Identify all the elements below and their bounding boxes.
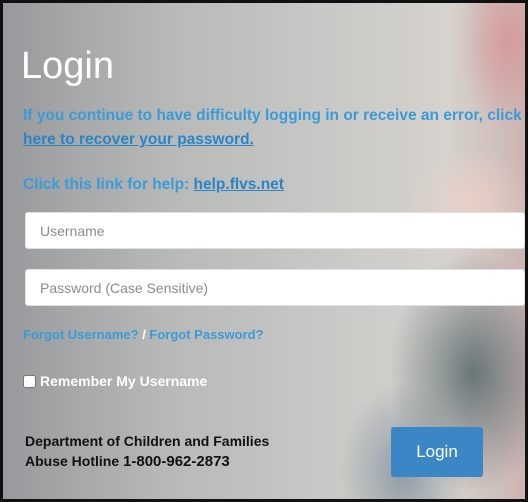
hotline-label: Abuse Hotline bbox=[25, 453, 124, 470]
help-line: Click this link for help: help.flvs.net bbox=[23, 176, 284, 194]
forgot-separator: / bbox=[138, 327, 150, 342]
help-link[interactable]: help.flvs.net bbox=[194, 176, 284, 193]
forgot-username-link[interactable]: Forgot Username? bbox=[23, 327, 139, 342]
difficulty-message-text: If you continue to have difficulty loggi… bbox=[23, 107, 522, 124]
remember-label: Remember My Username bbox=[40, 373, 208, 389]
dcf-name: Department of Children and Families bbox=[25, 433, 270, 449]
forgot-password-link[interactable]: Forgot Password? bbox=[149, 327, 263, 342]
forgot-links: Forgot Username? / Forgot Password? bbox=[23, 327, 264, 342]
username-input[interactable] bbox=[25, 212, 525, 249]
recover-password-link[interactable]: here to recover your password. bbox=[23, 131, 254, 148]
password-input[interactable] bbox=[25, 269, 525, 306]
help-line-text: Click this link for help: bbox=[23, 176, 194, 193]
page-title: Login bbox=[21, 45, 114, 87]
login-panel: Login If you continue to have difficulty… bbox=[0, 0, 528, 502]
abuse-hotline-info: Department of Children and Families Abus… bbox=[25, 431, 269, 473]
hotline-phone: 1-800-962-2873 bbox=[123, 453, 230, 471]
difficulty-message: If you continue to have difficulty loggi… bbox=[23, 104, 525, 152]
remember-username[interactable]: Remember My Username bbox=[23, 373, 207, 389]
login-button[interactable]: Login bbox=[391, 427, 483, 477]
hotline-line: Abuse Hotline 1-800-962-2873 bbox=[25, 451, 269, 473]
remember-checkbox[interactable] bbox=[23, 374, 36, 388]
